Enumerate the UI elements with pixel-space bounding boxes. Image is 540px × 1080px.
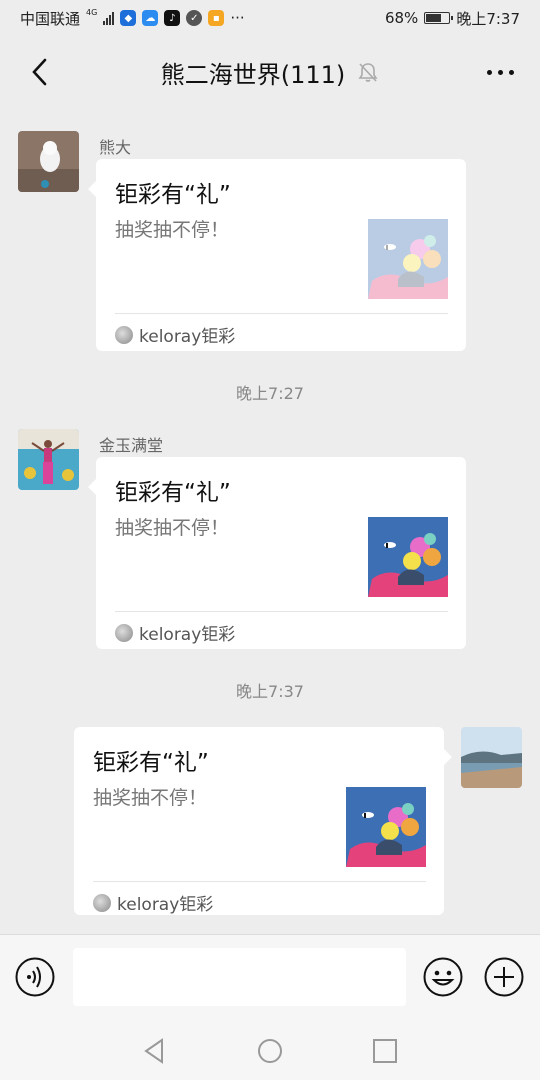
coral-reef-image <box>368 517 448 597</box>
bell-off-icon <box>358 63 378 82</box>
avatar-image <box>18 131 79 192</box>
circle-home-icon <box>258 1039 282 1063</box>
card-source: keloray钜彩 <box>115 322 235 347</box>
mini-program-card[interactable]: 钜彩有“礼” 抽奖抽不停！ keloray钜彩 <box>88 457 466 649</box>
sender-name: 金玉满堂 <box>99 436 164 455</box>
card-thumbnail <box>368 219 448 299</box>
signal-icon <box>103 11 115 25</box>
carrier-label: 中国联通 <box>20 9 81 28</box>
battery-percent: 68% <box>384 9 419 27</box>
tiktok-app-icon: ♪ <box>164 10 181 26</box>
battery-fill <box>426 14 441 22</box>
source-logo-icon <box>93 893 111 912</box>
avatar-image <box>18 429 79 490</box>
card-divider <box>115 611 448 612</box>
status-time: 晚上7:37 <box>456 9 520 28</box>
nav-home-button[interactable] <box>253 1034 287 1068</box>
bubble-arrow <box>88 479 96 495</box>
bubble-arrow <box>88 181 96 197</box>
shield-app-icon: ◆ <box>120 10 137 26</box>
bubble-arrow <box>444 749 452 765</box>
input-bar <box>0 934 540 1020</box>
card-divider <box>115 313 448 314</box>
card-title: 钜彩有“礼” <box>115 480 231 506</box>
security-app-icon: ✓ <box>186 10 203 26</box>
avatar-image <box>461 727 522 788</box>
coral-reef-image <box>368 219 448 299</box>
system-nav-bar <box>0 1020 540 1080</box>
plus-icon <box>484 957 524 997</box>
mini-program-card[interactable]: 钜彩有“礼” 抽奖抽不停！ keloray钜彩 <box>74 727 452 915</box>
more-dot <box>497 69 503 75</box>
source-name: keloray钜彩 <box>139 625 236 645</box>
timestamp: 晚上7:37 <box>236 682 304 701</box>
card-title: 钜彩有“礼” <box>93 750 209 776</box>
avatar-jinyumantang[interactable] <box>18 429 79 490</box>
coral-reef-image <box>346 787 426 867</box>
avatar-xiongda[interactable] <box>18 131 79 192</box>
mini-program-card[interactable]: 钜彩有“礼” 抽奖抽不停！ keloray钜彩 <box>88 159 466 351</box>
more-dot <box>508 69 514 75</box>
card-description: 抽奖抽不停！ <box>115 517 230 539</box>
back-button[interactable] <box>20 52 60 92</box>
voice-icon <box>15 957 55 997</box>
back-arrow-icon <box>32 58 47 86</box>
sender-name: 熊大 <box>99 138 132 157</box>
source-logo-icon <box>115 325 133 344</box>
more-button[interactable] <box>480 52 520 92</box>
card-description: 抽奖抽不停！ <box>93 787 208 809</box>
card-divider <box>93 881 426 882</box>
triangle-back-icon <box>144 1038 163 1064</box>
card-source: keloray钜彩 <box>93 890 213 915</box>
timestamp: 晚上7:27 <box>236 384 304 403</box>
source-name: keloray钜彩 <box>117 895 214 915</box>
status-left: 中国联通 4G ◆ ☁ ♪ ✓ ▪ ··· <box>20 8 245 29</box>
card-title: 钜彩有“礼” <box>115 182 231 208</box>
more-dots-icon <box>486 69 492 75</box>
chat-title: 熊二海世界(111) <box>160 60 346 89</box>
source-logo-icon <box>115 623 133 642</box>
battery-icon <box>424 12 454 24</box>
square-recents-icon <box>373 1039 397 1063</box>
voice-button[interactable] <box>15 957 55 997</box>
nav-recents-button[interactable] <box>368 1034 402 1068</box>
card-description: 抽奖抽不停！ <box>115 219 230 241</box>
nav-title-wrap: 熊二海世界(111) <box>0 36 540 108</box>
status-right: 68% 晚上7:37 <box>385 8 520 29</box>
nav-back-button[interactable] <box>138 1034 172 1068</box>
more-notifications-icon: ··· <box>230 9 245 27</box>
nav-bar: 熊二海世界(111) <box>0 36 540 108</box>
network-type: 4G <box>86 7 98 17</box>
status-bar: 中国联通 4G ◆ ☁ ♪ ✓ ▪ ··· 68% 晚上7:37 <box>0 0 540 36</box>
card-thumbnail <box>368 517 448 597</box>
card-source: keloray钜彩 <box>115 620 235 645</box>
emoji-button[interactable] <box>423 957 463 997</box>
source-name: keloray钜彩 <box>139 327 236 347</box>
cloud-app-icon: ☁ <box>142 10 159 26</box>
emoji-icon <box>423 957 463 997</box>
card-thumbnail <box>346 787 426 867</box>
orange-app-icon: ▪ <box>208 10 225 26</box>
avatar-self[interactable] <box>461 727 522 788</box>
plus-button[interactable] <box>484 957 524 997</box>
message-input[interactable] <box>73 948 406 1006</box>
